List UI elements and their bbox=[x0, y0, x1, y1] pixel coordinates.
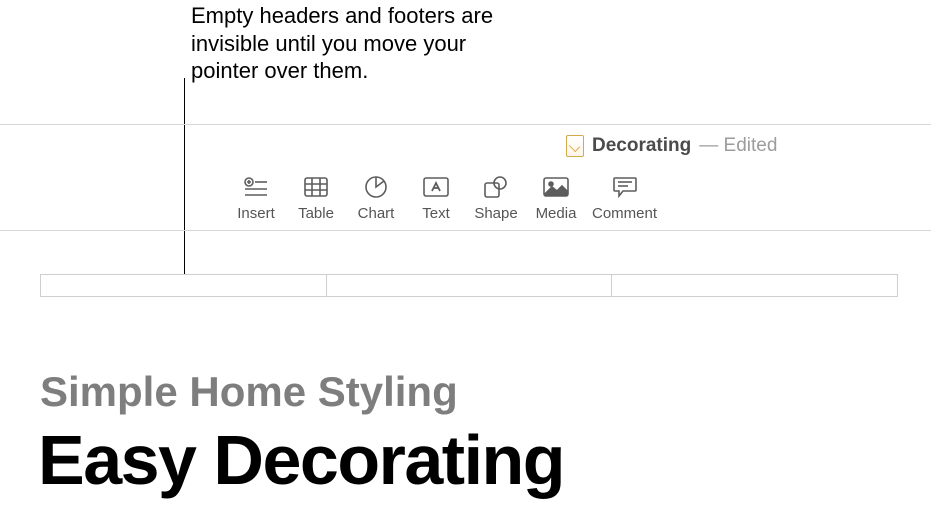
header-field-center[interactable] bbox=[327, 275, 613, 296]
window-title-bar: Decorating — Edited bbox=[0, 124, 931, 166]
comment-label: Comment bbox=[592, 205, 657, 222]
table-label: Table bbox=[298, 205, 334, 222]
callout-text: Empty headers and footers are invisible … bbox=[191, 2, 531, 85]
media-icon bbox=[542, 175, 570, 199]
comment-icon bbox=[611, 175, 639, 199]
header-field-left[interactable] bbox=[41, 275, 327, 296]
media-label: Media bbox=[536, 205, 577, 222]
toolbar: Insert Table Chart bbox=[0, 166, 931, 231]
chart-label: Chart bbox=[358, 205, 395, 222]
table-button[interactable]: Table bbox=[292, 175, 340, 222]
document-status: — Edited bbox=[699, 135, 777, 157]
insert-label: Insert bbox=[237, 205, 275, 222]
insert-icon bbox=[242, 175, 270, 199]
shape-icon bbox=[482, 175, 510, 199]
text-label: Text bbox=[422, 205, 450, 222]
document-title[interactable]: Decorating bbox=[592, 135, 691, 157]
text-button[interactable]: Text bbox=[412, 175, 460, 222]
insert-button[interactable]: Insert bbox=[232, 175, 280, 222]
header-field-right[interactable] bbox=[612, 275, 897, 296]
document-icon bbox=[566, 135, 584, 157]
chart-button[interactable]: Chart bbox=[352, 175, 400, 222]
document-subtitle[interactable]: Simple Home Styling bbox=[40, 368, 458, 416]
table-icon bbox=[302, 175, 330, 199]
media-button[interactable]: Media bbox=[532, 175, 580, 222]
shape-button[interactable]: Shape bbox=[472, 175, 520, 222]
document-heading[interactable]: Easy Decorating bbox=[38, 420, 564, 500]
shape-label: Shape bbox=[474, 205, 517, 222]
comment-button[interactable]: Comment bbox=[592, 175, 657, 222]
text-icon bbox=[422, 175, 450, 199]
header-fields-container bbox=[40, 274, 898, 297]
chart-icon bbox=[362, 175, 390, 199]
